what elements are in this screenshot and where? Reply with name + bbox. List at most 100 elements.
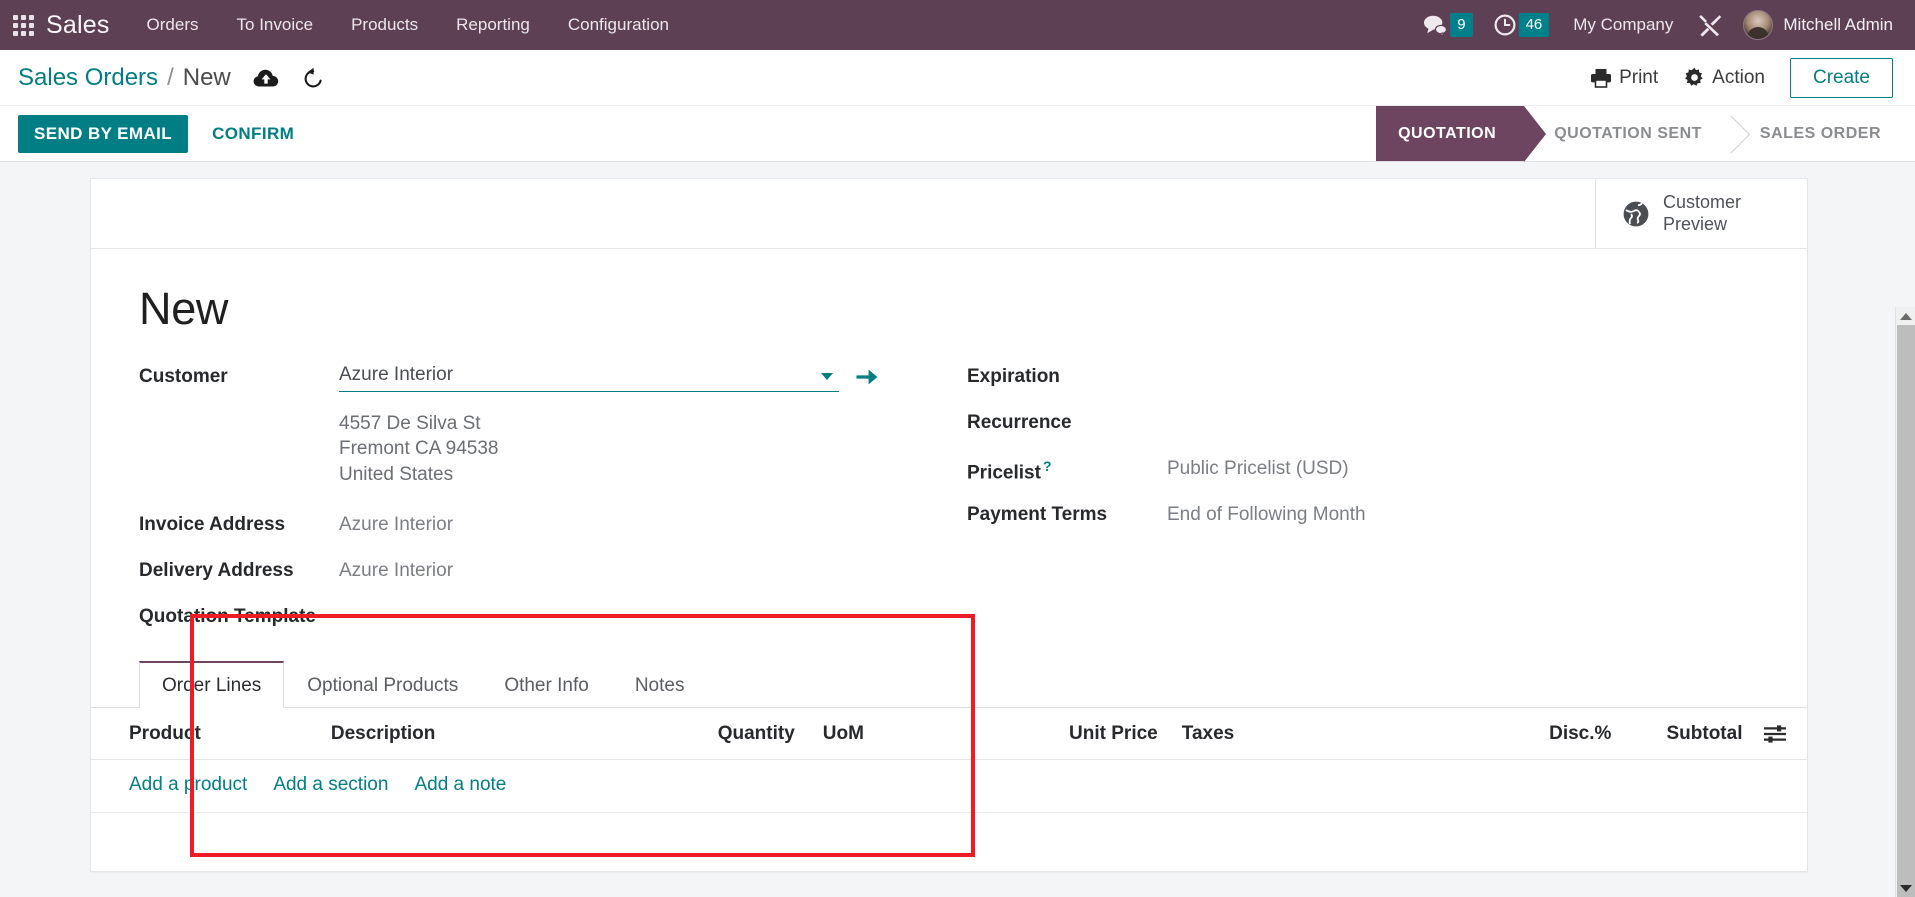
tab-notes[interactable]: Notes [612,661,708,708]
apps-grid-icon[interactable] [0,0,46,50]
pricelist-value[interactable]: Public Pricelist (USD) [1167,453,1759,480]
scroll-up-arrow[interactable] [1896,307,1915,325]
tools-icon [1699,15,1722,37]
activities-menu[interactable]: 46 [1483,0,1560,50]
nav-item-reporting[interactable]: Reporting [437,0,549,50]
tab-other-info[interactable]: Other Info [481,661,612,708]
user-menu[interactable]: Mitchell Admin [1733,0,1915,50]
tab-order-lines[interactable]: Order Lines [139,660,285,708]
column-options-icon[interactable] [1752,707,1807,760]
add-links: Add a product Add a section Add a note [101,774,1797,796]
send-by-email-button[interactable]: SEND BY EMAIL [18,114,189,153]
pricelist-label-text: Pricelist [967,462,1041,484]
customer-address-block: 4557 De Silva St Fremont CA 94538 United… [339,411,498,487]
print-button[interactable]: Print [1577,63,1671,93]
pricelist-help-icon[interactable]: ? [1043,458,1052,474]
form-column-left: Customer Azure Interior 4557 De Silva St… [139,361,949,647]
status-quotation-sent[interactable]: QUOTATION SENT [1524,106,1730,161]
col-unit-price: Unit Price [1036,707,1168,760]
control-panel-top: Sales Orders / New Print Action Create [0,50,1915,105]
delivery-address-value[interactable]: Azure Interior [339,555,879,582]
confirm-button[interactable]: CONFIRM [196,115,310,153]
nav-item-orders[interactable]: Orders [128,0,218,50]
chevron-down-icon[interactable] [821,373,833,380]
form-columns: Customer Azure Interior 4557 De Silva St… [139,361,1759,647]
quotation-template-value[interactable] [339,601,879,606]
customer-preview-button[interactable]: Customer Preview [1595,179,1807,248]
col-quantity: Quantity [623,707,805,760]
developer-tools-menu[interactable] [1687,0,1733,50]
statusbar: QUOTATION QUOTATION SENT SALES ORDER [1376,106,1915,161]
field-row-quotation-template: Quotation Template [139,601,879,637]
add-line-row: Add a product Add a section Add a note [91,759,1807,813]
action-label: Action [1712,66,1765,88]
sheet-wrapper: Customer Preview New Customer Azure Inte… [20,162,1895,897]
action-button[interactable]: Action [1671,63,1778,93]
address-street: 4557 De Silva St [339,413,481,434]
customer-preview-line2: Preview [1663,213,1728,234]
order-lines-footer-space [91,813,1807,871]
scrollbar-thumb[interactable] [1897,325,1915,897]
nav-item-configuration[interactable]: Configuration [549,0,688,50]
save-cloud-icon[interactable] [253,68,279,88]
create-button[interactable]: Create [1789,57,1893,98]
breadcrumb-separator: / [167,63,174,91]
status-quotation[interactable]: QUOTATION [1376,106,1525,161]
recurrence-label: Recurrence [967,412,1072,433]
nav-item-to-invoice[interactable]: To Invoice [218,0,333,50]
payment-terms-value[interactable]: End of Following Month [1167,499,1759,526]
gear-icon [1685,67,1703,86]
col-taxes: Taxes [1167,707,1471,760]
add-a-product-link[interactable]: Add a product [129,774,247,796]
breadcrumb-current: New [182,63,231,91]
col-discount: Disc.% [1470,707,1622,760]
invoice-address-label: Invoice Address [139,513,286,535]
company-switcher[interactable]: My Company [1559,15,1687,35]
status-sales-order[interactable]: SALES ORDER [1729,106,1915,161]
customer-address-spacer [139,407,339,412]
pricelist-label: Pricelist? [967,453,1167,484]
customer-preview-label: Customer Preview [1663,192,1741,234]
col-subtotal: Subtotal [1621,707,1753,760]
customer-preview-line1: Customer [1663,192,1742,213]
messages-menu[interactable]: 9 [1412,0,1482,50]
field-row-recurrence: Recurrence [967,407,1759,443]
customer-label: Customer [139,366,228,387]
stat-button-box: Customer Preview [91,179,1807,249]
breadcrumb: Sales Orders / New [18,64,231,92]
globe-icon [1623,201,1649,226]
field-row-customer-address: 4557 De Silva St Fremont CA 94538 United… [139,407,879,499]
expiration-value[interactable] [1167,361,1759,366]
arrow-right-icon[interactable] [855,366,879,388]
delivery-address-label: Delivery Address [139,559,294,581]
field-row-invoice-address: Invoice Address Azure Interior [139,509,879,545]
customer-input[interactable] [339,361,839,392]
page-title: New [139,283,229,334]
invoice-address-value[interactable]: Azure Interior [339,509,879,536]
nav-item-products[interactable]: Products [332,0,437,50]
field-row-payment-terms: Payment Terms End of Following Month [967,499,1759,535]
address-city-state-zip: Fremont CA 94538 [339,438,499,460]
order-lines-head: Product Description Quantity UoM Unit Pr… [91,707,1807,760]
vertical-scrollbar[interactable] [1895,307,1915,897]
col-description: Description [320,707,624,760]
record-actions [231,67,325,89]
scroll-down-arrow[interactable] [1896,879,1915,897]
avatar [1743,10,1774,40]
breadcrumb-sales-orders[interactable]: Sales Orders [18,64,158,92]
tab-optional-products[interactable]: Optional Products [284,661,481,708]
field-row-customer: Customer [139,361,879,397]
customer-field [339,361,879,392]
add-a-section-link[interactable]: Add a section [273,774,388,796]
app-brand-sales[interactable]: Sales [46,11,128,40]
table-header-row: Product Description Quantity UoM Unit Pr… [91,707,1807,760]
quotation-template-label: Quotation Template [139,605,316,627]
add-a-note-link[interactable]: Add a note [414,774,506,796]
add-line-cell: Add a product Add a section Add a note [91,759,1807,813]
form-view-container: Customer Preview New Customer Azure Inte… [0,162,1915,897]
record-sheet: Customer Preview New Customer Azure Inte… [90,178,1808,872]
discard-undo-icon[interactable] [301,67,325,89]
order-lines-body: Add a product Add a section Add a note [91,759,1807,813]
recurrence-value[interactable] [1167,407,1759,412]
form-column-right: Expiration Recurrence Pricelist? Public … [949,361,1759,647]
